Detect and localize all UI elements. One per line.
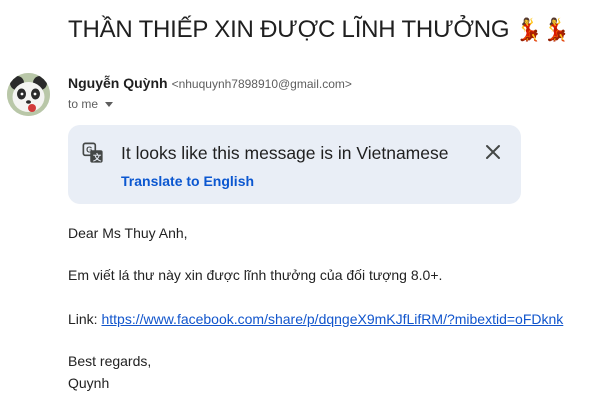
svg-text:文: 文 <box>93 152 102 162</box>
body-main-text: Em viết lá thư này xin được lĩnh thưởng … <box>68 267 443 283</box>
dancer-emoji: 💃💃 <box>515 17 570 42</box>
recipient-dropdown[interactable]: to me <box>68 97 114 111</box>
body-signature: Quynh <box>68 375 110 391</box>
translate-to-english-link[interactable]: Translate to English <box>121 173 254 189</box>
translate-message: It looks like this message is in Vietnam… <box>121 143 449 163</box>
svg-text:G: G <box>86 146 92 155</box>
email-subject: THẦN THIẾP XIN ĐƯỢC LĨNH THƯỞNG 💃💃 <box>68 16 570 44</box>
body-greeting: Dear Ms Thuy Anh, <box>68 225 188 241</box>
recipient-label: to me <box>68 97 99 111</box>
link-label: Link: <box>68 311 102 327</box>
subject-text: THẦN THIẾP XIN ĐƯỢC LĨNH THƯỞNG <box>68 16 510 43</box>
sender-email: <nhuquynh7898910@gmail.com> <box>171 77 352 91</box>
chevron-down-icon <box>105 101 114 107</box>
close-icon[interactable] <box>483 142 503 162</box>
facebook-link[interactable]: https://www.facebook.com/share/p/dqngeX9… <box>101 311 563 327</box>
body-link-line: Link: https://www.facebook.com/share/p/d… <box>68 311 563 327</box>
panda-avatar-image <box>7 73 50 116</box>
translate-banner: G 文 It looks like this message is in Vie… <box>68 125 521 204</box>
sender-name[interactable]: Nguyễn Quỳnh <box>68 75 168 91</box>
sender-line: Nguyễn Quỳnh <nhuquynh7898910@gmail.com> <box>68 75 352 91</box>
translate-icon: G 文 <box>82 142 103 163</box>
sender-avatar[interactable] <box>7 73 50 116</box>
body-regards: Best regards, <box>68 353 152 369</box>
